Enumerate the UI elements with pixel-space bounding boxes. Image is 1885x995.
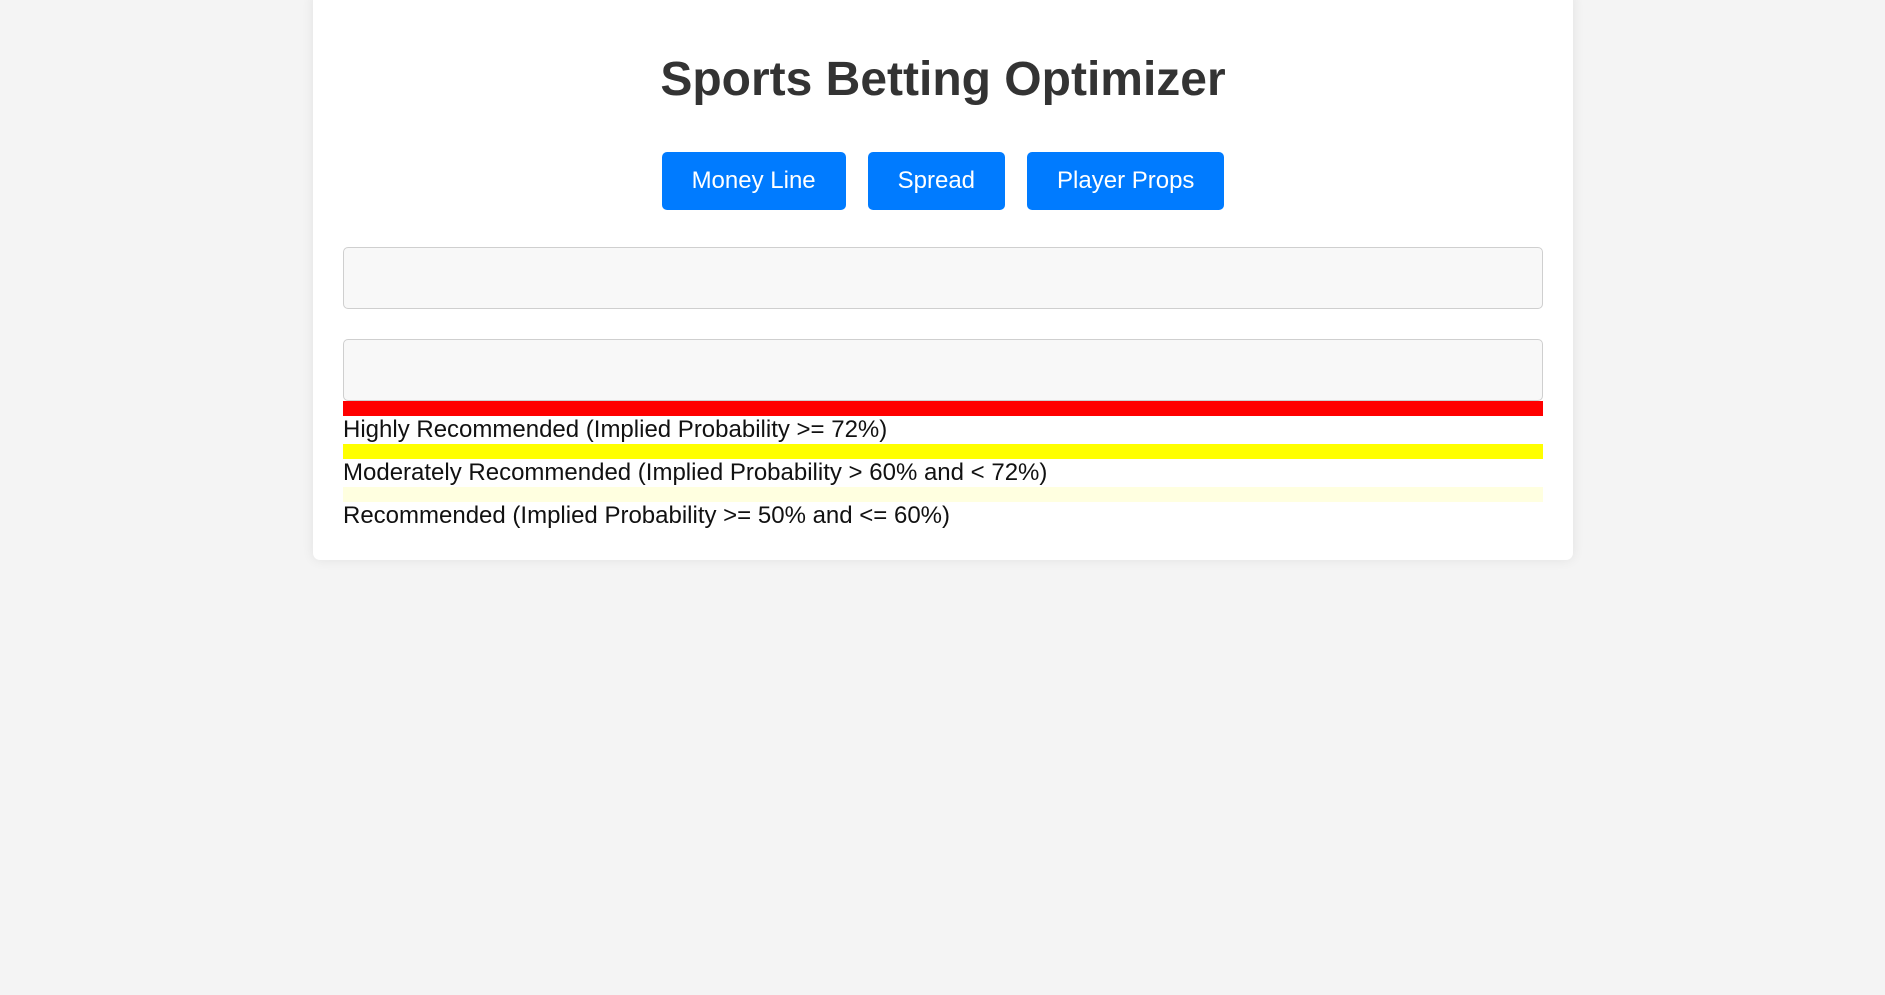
- main-card: Sports Betting Optimizer Money Line Spre…: [313, 0, 1573, 560]
- player-props-button[interactable]: Player Props: [1027, 152, 1225, 210]
- recommendation-legend: Highly Recommended (Implied Probability …: [343, 401, 1543, 530]
- second-input-field[interactable]: [343, 339, 1543, 401]
- recommended-swatch: [343, 487, 1543, 502]
- spread-button[interactable]: Spread: [867, 152, 1006, 210]
- highly-recommended-swatch: [343, 401, 1543, 416]
- highly-recommended-label: Highly Recommended (Implied Probability …: [343, 416, 888, 443]
- money-line-button[interactable]: Money Line: [661, 152, 846, 210]
- recommended-label: Recommended (Implied Probability >= 50% …: [343, 502, 951, 529]
- moderately-recommended-label: Moderately Recommended (Implied Probabil…: [343, 459, 1048, 486]
- page-title: Sports Betting Optimizer: [660, 53, 1226, 106]
- moderately-recommended-swatch: [343, 444, 1543, 459]
- bet-type-buttons: Money Line Spread Player Props: [313, 152, 1573, 210]
- first-input-field[interactable]: [343, 247, 1543, 309]
